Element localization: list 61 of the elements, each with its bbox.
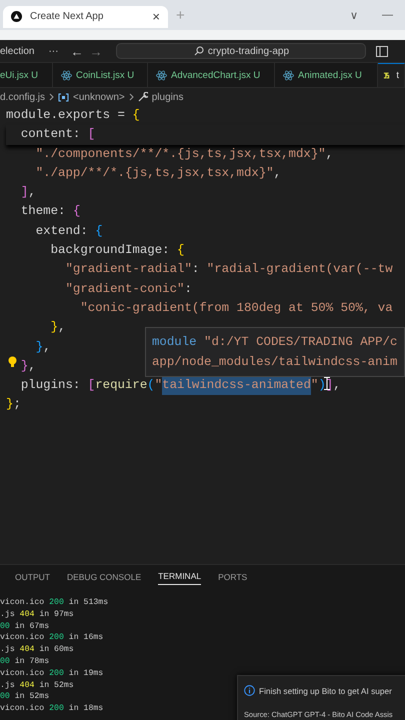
tooltip-text: module "d:/YT CODES/TRADING APP/c [152, 334, 398, 351]
search-icon [194, 46, 204, 56]
terminal-line: .js 404 in 97ms [0, 608, 74, 621]
layout-icon[interactable] [376, 46, 388, 56]
code-line: }; [6, 396, 21, 414]
editor-tab[interactable]: eUi.jsx U [0, 63, 53, 87]
terminal-line: .js 404 in 52ms [0, 680, 74, 692]
code-line: extend: { [36, 222, 103, 240]
terminal-line: 00 in 52ms [0, 691, 50, 704]
terminal-line: vicon.ico 200 in 19ms [0, 668, 104, 680]
react-icon [61, 70, 72, 80]
code-line: }, [50, 319, 66, 336]
panel-tab[interactable]: PORTS [218, 571, 248, 585]
code-line: theme: { [20, 203, 80, 220]
minimize-button[interactable]: — [370, 9, 405, 21]
terminal-line: vicon.ico 200 in 16ms [0, 632, 104, 644]
code-line: }, [36, 338, 51, 356]
code-line: "./components/**/*.{js,ts,jsx,tsx,mdx}", [36, 146, 334, 163]
info-icon [244, 685, 255, 696]
close-button[interactable]: × [152, 9, 160, 24]
forward-button[interactable]: → [89, 44, 102, 58]
tab-title: Create Next App [30, 11, 104, 22]
code-line: backgroundImage: { [50, 242, 184, 260]
more-button[interactable]: ··· [48, 46, 58, 56]
panel-tab[interactable]: TERMINAL [158, 571, 202, 585]
terminal-line: 00 in 78ms [0, 656, 50, 668]
code-line: "conic-gradient(from 180deg at 50% 50%, va [80, 300, 393, 317]
terminal-line: .js 404 in 60ms [0, 644, 74, 656]
terminal-line: vicon.ico 200 in 18ms [0, 703, 104, 715]
lightbulb-icon[interactable] [8, 356, 17, 368]
menu-item[interactable]: election [0, 46, 34, 56]
code-line: "./app/**/*.{js,ts,jsx,tsx,mdx}", [36, 164, 282, 182]
notification-message: Finish setting up Bito to get AI super [259, 686, 392, 696]
panel-tab[interactable]: DEBUG CONSOLE [66, 571, 142, 585]
editor-tab[interactable]: AdvancedChart.jsx U [148, 63, 275, 87]
react-icon [156, 70, 167, 80]
panel-tab[interactable]: OUTPUT [15, 571, 50, 585]
variable-icon [58, 92, 70, 102]
code-line: "gradient-radial": "radial-gradient(var(--tw [66, 261, 393, 278]
editor-tab[interactable]: t [378, 63, 405, 87]
breadcrumb-item[interactable]: <unknown> [73, 92, 125, 102]
chevron-icon [49, 93, 54, 101]
browser-tab[interactable]: Create Next App × [3, 6, 168, 28]
react-icon [283, 70, 294, 80]
back-button[interactable]: ← [70, 44, 84, 58]
terminal-line: 00 in 67ms [0, 620, 50, 632]
command-search-field[interactable]: crypto-trading-app [116, 43, 366, 59]
triangle-logo-icon [11, 11, 22, 22]
tab-list-button[interactable]: ∨ [338, 8, 370, 22]
code-line: "gradient-conic": [66, 280, 192, 298]
chevron-icon [128, 93, 134, 101]
terminal-line: vicon.ico 200 in 513ms [0, 597, 108, 609]
code-line: content: [ [20, 126, 96, 144]
code-line: ], [20, 184, 36, 202]
breadcrumb-item[interactable]: plugins [152, 92, 184, 102]
tooltip-text: app/node_modules/tailwindcss-anim [152, 354, 398, 371]
editor-tab[interactable]: CoinList.jsx U [53, 63, 148, 87]
code-line: module.exports = { [6, 107, 140, 124]
breadcrumb-item[interactable]: d.config.js [0, 92, 46, 102]
wrench-icon [138, 92, 148, 102]
code-line: }, [20, 358, 36, 375]
